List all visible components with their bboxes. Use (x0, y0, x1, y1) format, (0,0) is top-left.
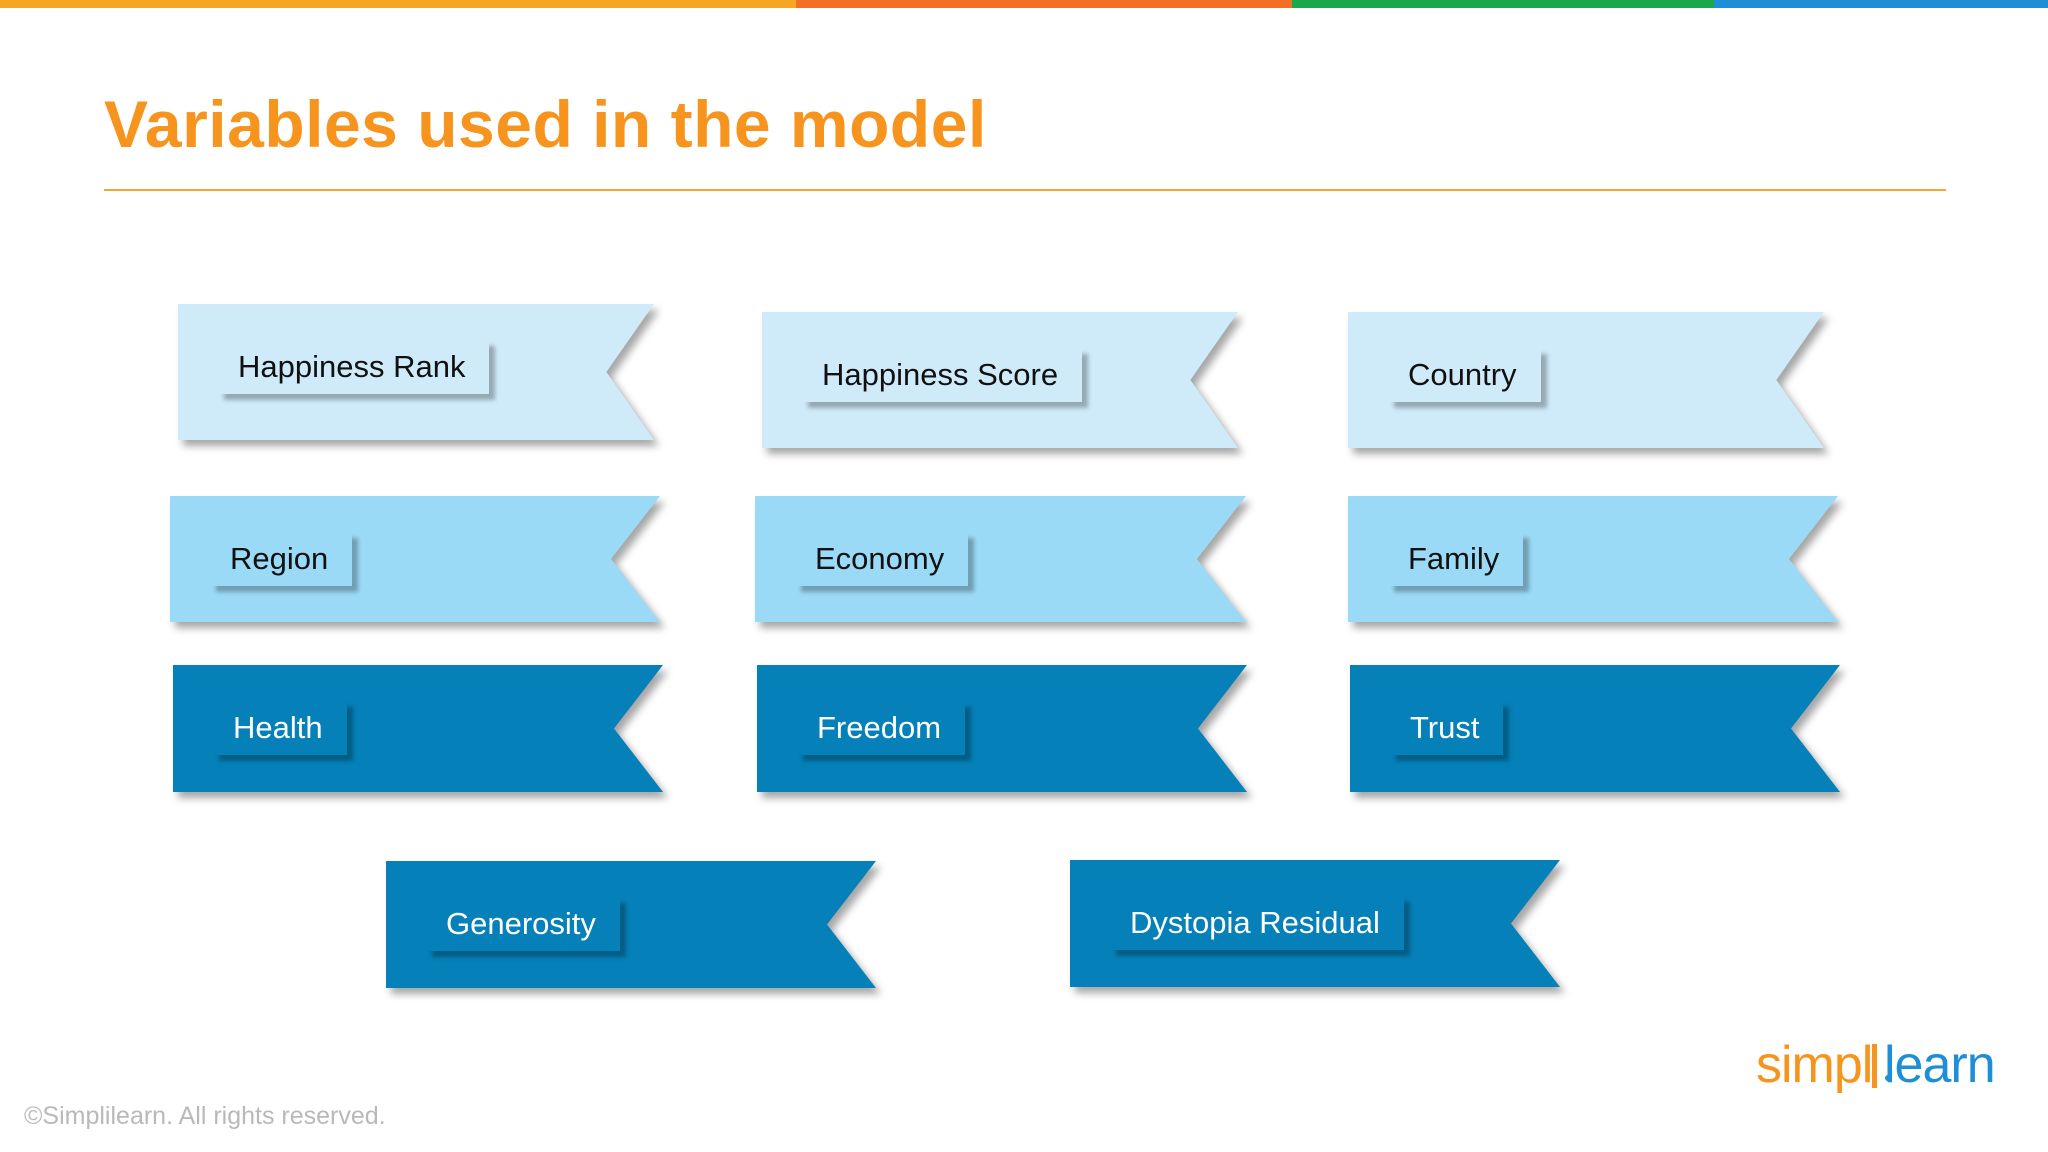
variable-label: Generosity (426, 897, 620, 951)
top-bar-segment-orange (0, 0, 796, 8)
variable-label: Happiness Rank (218, 340, 490, 394)
variable-ribbon: Trust (1350, 665, 1840, 792)
logo-divider (1872, 1044, 1877, 1088)
variable-label: Country (1388, 348, 1541, 402)
variable-ribbon: Happiness Rank (178, 304, 654, 440)
variable-ribbon: Generosity (386, 861, 876, 988)
variable-label: Happiness Score (802, 348, 1083, 402)
simplilearn-logo: simpl learn (1756, 1036, 1996, 1094)
top-bar-segment-red (796, 0, 1292, 8)
variable-ribbon: Region (170, 496, 660, 622)
top-bar-segment-green (1292, 0, 1714, 8)
variable-ribbon: Family (1348, 496, 1838, 622)
variable-ribbon: Health (173, 665, 663, 792)
variable-label: Freedom (797, 701, 966, 755)
logo-text-part2: learn (1884, 1036, 1995, 1094)
variable-ribbon: Happiness Score (762, 312, 1238, 448)
variable-label: Dystopia Residual (1110, 896, 1404, 950)
variable-label: Region (210, 532, 353, 586)
logo-text-part1: simpl (1756, 1036, 1872, 1094)
variable-ribbon: Country (1348, 312, 1824, 448)
variable-label: Health (213, 701, 347, 755)
top-color-bar (0, 0, 2048, 8)
variable-ribbon: Economy (755, 496, 1246, 622)
variable-label: Economy (795, 532, 969, 586)
slide: Variables used in the model Happiness Ra… (0, 0, 2048, 1152)
variable-label: Trust (1390, 701, 1504, 755)
variable-ribbon: Dystopia Residual (1070, 860, 1560, 987)
variable-label: Family (1388, 532, 1524, 586)
page-title: Variables used in the model (104, 87, 987, 161)
top-bar-segment-blue (1714, 0, 2048, 8)
copyright-footer: ©Simplilearn. All rights reserved. (24, 1102, 386, 1130)
variable-ribbon: Freedom (757, 665, 1247, 792)
title-underline (104, 189, 1946, 191)
